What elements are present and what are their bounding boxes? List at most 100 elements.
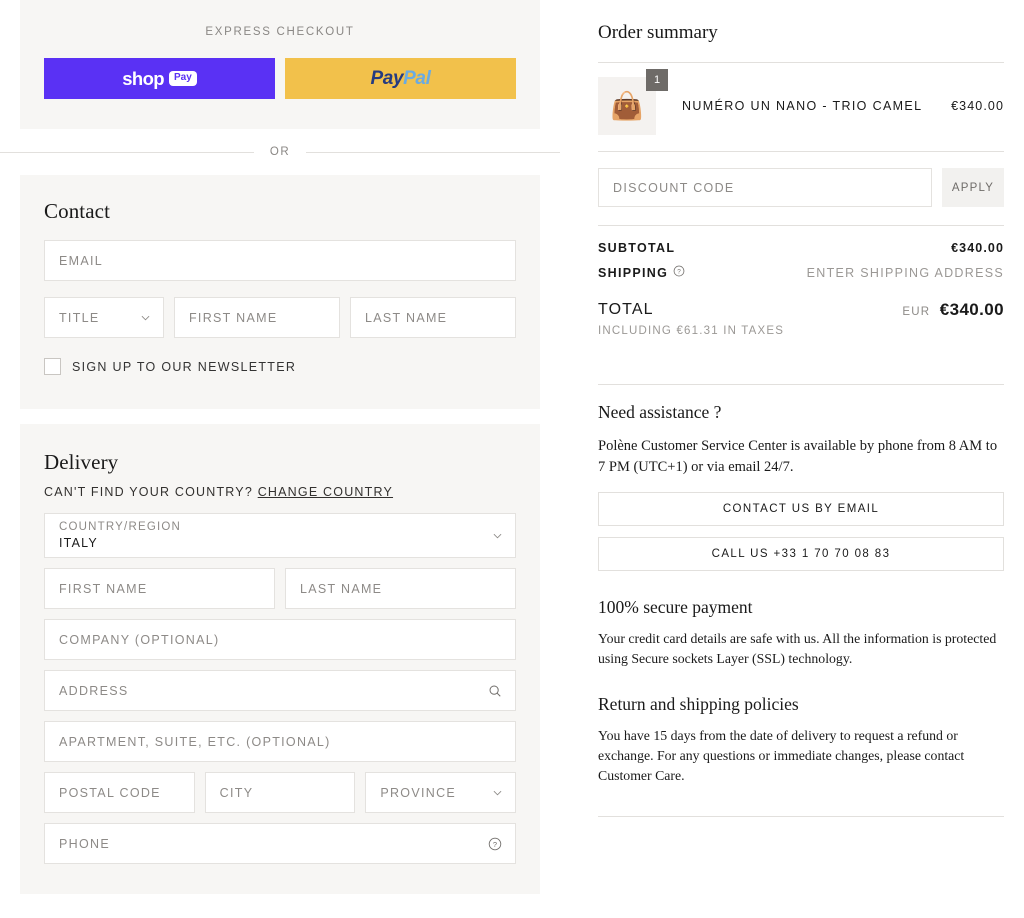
secure-payment-block: 100% secure payment Your credit card det…: [598, 597, 1004, 669]
assistance-body: Polène Customer Service Center is availa…: [598, 438, 998, 476]
postal-code-placeholder: POSTAL CODE: [59, 785, 161, 800]
contact-section-title: Contact: [44, 199, 111, 223]
apartment-placeholder: APARTMENT, SUITE, ETC. (OPTIONAL): [59, 734, 331, 749]
paypal-pay-text: Pay: [370, 67, 404, 89]
or-divider-line-left: [0, 151, 254, 153]
assistance-block: Need assistance ? Polène Customer Servic…: [598, 402, 1004, 572]
discount-code-placeholder: DISCOUNT CODE: [613, 180, 735, 195]
info-icon[interactable]: ?: [673, 264, 685, 282]
last-name-placeholder: LAST NAME: [365, 310, 448, 325]
order-item-row: 👜 1 NUMÉRO UN NANO - TRIO CAMEL €340.00: [598, 63, 1004, 151]
country-label: COUNTRY/REGION: [59, 521, 182, 534]
apply-discount-button[interactable]: APPLY: [942, 168, 1004, 207]
summary-divider-totals: [598, 225, 1004, 226]
delivery-section-title: Delivery: [44, 450, 119, 474]
shop-pay-badge: Pay: [169, 71, 197, 86]
postal-code-field[interactable]: POSTAL CODE: [44, 772, 195, 813]
svg-text:?: ?: [493, 839, 497, 848]
change-country-row: CAN'T FIND YOUR COUNTRY? CHANGE COUNTRY: [44, 485, 516, 499]
newsletter-label: SIGN UP TO OUR NEWSLETTER: [72, 359, 297, 374]
assistance-divider: [598, 384, 1004, 385]
city-placeholder: CITY: [219, 785, 254, 800]
newsletter-row[interactable]: SIGN UP TO OUR NEWSLETTER: [44, 358, 516, 375]
shipping-label: SHIPPING: [598, 266, 669, 280]
checkout-page: EXPRESS CHECKOUT shop Pay PayPal OR Cont…: [0, 0, 1024, 918]
chevron-down-icon: [141, 313, 150, 322]
total-amount-wrap: EUR €340.00: [902, 300, 1004, 320]
order-summary-title: Order summary: [598, 22, 718, 43]
change-country-link[interactable]: CHANGE COUNTRY: [258, 485, 393, 499]
or-divider: OR: [0, 129, 560, 175]
total-row: TOTAL EUR €340.00: [598, 300, 1004, 320]
total-value: €340.00: [939, 300, 1004, 319]
phone-field[interactable]: PHONE ?: [44, 823, 516, 864]
returns-block: Return and shipping policies You have 15…: [598, 694, 1004, 786]
svg-text:?: ?: [677, 269, 681, 276]
name-row: TITLE FIRST NAME LAST NAME: [44, 297, 516, 338]
delivery-last-name-placeholder: LAST NAME: [300, 581, 383, 596]
secure-payment-body: Your credit card details are safe with u…: [598, 631, 997, 667]
chevron-down-icon: [493, 531, 502, 540]
shop-pay-wordmark: shop: [122, 67, 164, 89]
contact-by-email-button[interactable]: CONTACT US BY EMAIL: [598, 492, 1004, 527]
delivery-name-row: FIRST NAME LAST NAME: [44, 568, 516, 609]
address-field[interactable]: ADDRESS: [44, 670, 516, 711]
paypal-pal-text: Pal: [403, 67, 431, 89]
email-field[interactable]: EMAIL: [44, 240, 516, 281]
returns-title: Return and shipping policies: [598, 694, 799, 715]
province-placeholder: PROVINCE: [380, 785, 457, 800]
order-summary-column: Order summary 👜 1 NUMÉRO UN NANO - TRIO …: [560, 0, 1024, 918]
title-select[interactable]: TITLE: [44, 297, 164, 338]
newsletter-checkbox[interactable]: [44, 358, 61, 375]
product-name: NUMÉRO UN NANO - TRIO CAMEL: [682, 99, 923, 113]
express-checkout-panel: EXPRESS CHECKOUT shop Pay PayPal: [20, 0, 540, 129]
checkout-left-column: EXPRESS CHECKOUT shop Pay PayPal OR Cont…: [0, 0, 560, 918]
total-currency: EUR: [902, 306, 931, 318]
contact-panel: Contact EMAIL TITLE FIRST NAME LAST NAME: [20, 175, 540, 409]
express-checkout-title: EXPRESS CHECKOUT: [205, 26, 355, 38]
subtotal-label: SUBTOTAL: [598, 241, 676, 255]
panel-gap: [0, 409, 560, 424]
bottom-divider: [598, 816, 1004, 818]
discount-row: DISCOUNT CODE APPLY: [598, 152, 1004, 225]
product-price: €340.00: [951, 99, 1004, 113]
country-value: ITALY: [59, 535, 98, 550]
first-name-field[interactable]: FIRST NAME: [174, 297, 340, 338]
paypal-logo: PayPal: [371, 68, 431, 90]
shipping-row: SHIPPING ? ENTER SHIPPING ADDRESS: [598, 264, 1004, 282]
chevron-down-icon: [493, 788, 502, 797]
apartment-field[interactable]: APARTMENT, SUITE, ETC. (OPTIONAL): [44, 721, 516, 762]
company-field[interactable]: COMPANY (OPTIONAL): [44, 619, 516, 660]
first-name-placeholder: FIRST NAME: [189, 310, 278, 325]
shipping-value: ENTER SHIPPING ADDRESS: [806, 266, 1004, 280]
city-row: POSTAL CODE CITY PROVINCE: [44, 772, 517, 813]
title-placeholder: TITLE: [59, 310, 100, 325]
delivery-last-name-field[interactable]: LAST NAME: [285, 568, 516, 609]
total-label: TOTAL: [598, 301, 654, 318]
company-placeholder: COMPANY (OPTIONAL): [59, 632, 220, 647]
discount-code-input[interactable]: DISCOUNT CODE: [598, 168, 932, 207]
secure-payment-title: 100% secure payment: [598, 597, 753, 618]
phone-placeholder: PHONE: [59, 836, 110, 851]
paypal-button[interactable]: PayPal: [285, 58, 516, 99]
shop-pay-button[interactable]: shop Pay: [44, 58, 275, 99]
change-country-prompt: CAN'T FIND YOUR COUNTRY?: [44, 485, 253, 499]
search-icon[interactable]: [488, 684, 502, 698]
last-name-field[interactable]: LAST NAME: [350, 297, 516, 338]
returns-body: You have 15 days from the date of delive…: [598, 728, 965, 784]
delivery-panel: Delivery CAN'T FIND YOUR COUNTRY? CHANGE…: [20, 424, 540, 894]
province-select[interactable]: PROVINCE: [365, 772, 517, 813]
delivery-first-name-field[interactable]: FIRST NAME: [44, 568, 275, 609]
delivery-first-name-placeholder: FIRST NAME: [59, 581, 148, 596]
subtotal-row: SUBTOTAL €340.00: [598, 241, 1004, 255]
or-divider-label: OR: [253, 146, 307, 158]
assistance-title: Need assistance ?: [598, 402, 722, 422]
city-field[interactable]: CITY: [204, 772, 356, 813]
call-us-button[interactable]: CALL US +33 1 70 70 08 83: [598, 537, 1004, 572]
email-placeholder: EMAIL: [59, 253, 104, 268]
address-placeholder: ADDRESS: [59, 683, 129, 698]
shop-pay-logo: shop Pay: [122, 68, 197, 90]
country-select[interactable]: COUNTRY/REGION ITALY: [44, 513, 516, 558]
help-icon[interactable]: ?: [488, 837, 502, 851]
shipping-label-wrap: SHIPPING ?: [598, 264, 685, 282]
